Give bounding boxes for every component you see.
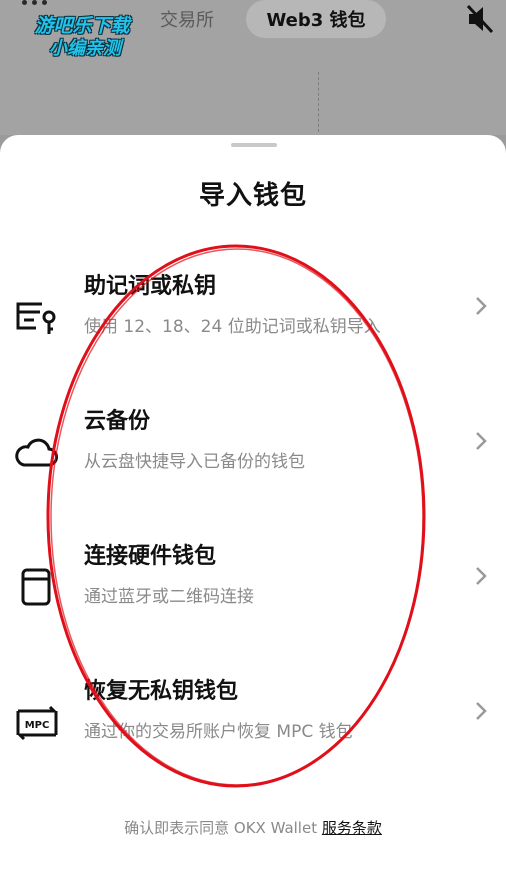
hardware-wallet-icon [21, 568, 51, 606]
option-desc: 使用 12、18、24 位助记词或私钥导入 [84, 317, 381, 337]
option-desc: 从云盘快捷导入已备份的钱包 [84, 452, 305, 472]
option-seed-phrase[interactable]: 助记词或私钥 使用 12、18、24 位助记词或私钥导入 [0, 268, 506, 378]
option-mpc-wallet[interactable]: MPC 恢复无私钥钱包 通过你的交易所账户恢复 MPC 钱包 [0, 673, 506, 783]
terms-footer: 确认即表示同意 OKX Wallet 服务条款 [0, 817, 506, 838]
mpc-icon: MPC [16, 705, 58, 741]
chevron-right-icon [476, 567, 487, 585]
chevron-right-icon [476, 297, 487, 315]
tab-exchange[interactable]: 交易所 [160, 6, 214, 32]
option-hardware-wallet[interactable]: 连接硬件钱包 通过蓝牙或二维码连接 [0, 538, 506, 648]
option-title: 助记词或私钥 [84, 274, 217, 299]
menu-dots-icon[interactable] [22, 0, 48, 8]
option-title: 云备份 [84, 409, 151, 434]
terms-text: 确认即表示同意 OKX Wallet [124, 819, 322, 837]
watermark-line1: 游吧乐下载 [34, 15, 130, 37]
option-title: 恢复无私钥钱包 [84, 679, 239, 704]
sheet-title: 导入钱包 [198, 181, 307, 211]
option-title: 连接硬件钱包 [84, 544, 217, 569]
drag-handle[interactable] [231, 143, 277, 147]
option-desc: 通过你的交易所账户恢复 MPC 钱包 [84, 722, 353, 742]
terms-link[interactable]: 服务条款 [322, 819, 382, 837]
svg-text:MPC: MPC [25, 720, 50, 731]
cloud-icon [15, 438, 58, 467]
mute-icon[interactable] [466, 4, 494, 34]
tab-web3-wallet[interactable]: Web3 钱包 [246, 0, 386, 38]
chevron-right-icon [476, 432, 487, 450]
divider [318, 72, 319, 132]
import-wallet-sheet: 导入钱包 助记词或私钥 使用 12、18、24 位助记词或私钥导入 云备份 从云… [0, 135, 506, 881]
background-app-header: 游吧乐下载 小编亲测 交易所 Web3 钱包 [0, 0, 506, 135]
watermark-logo: 游吧乐下载 小编亲测 [14, 14, 150, 66]
option-desc: 通过蓝牙或二维码连接 [84, 587, 254, 607]
chevron-right-icon [476, 702, 487, 720]
key-card-icon [16, 302, 56, 334]
option-cloud-backup[interactable]: 云备份 从云盘快捷导入已备份的钱包 [0, 403, 506, 513]
watermark-line2: 小编亲测 [49, 38, 121, 59]
